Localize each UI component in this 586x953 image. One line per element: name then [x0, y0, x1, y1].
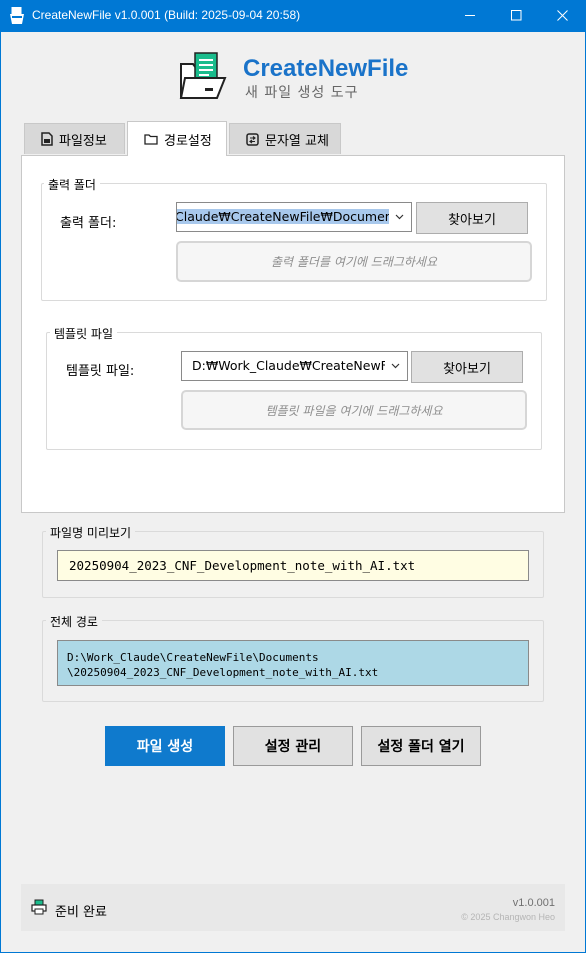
- maximize-button[interactable]: [494, 0, 540, 32]
- manage-settings-button[interactable]: 설정 관리: [233, 726, 353, 766]
- filename-preview-value: 20250904_2023_CNF_Development_note_with_…: [57, 550, 529, 581]
- title-bar[interactable]: CreateNewFile v1.0.001 (Build: 2025-09-0…: [0, 0, 586, 32]
- status-text: 준비 완료: [55, 905, 107, 920]
- chevron-down-icon: [395, 214, 404, 220]
- template-file-group-title: 템플릿 파일: [50, 325, 118, 342]
- full-path-title: 전체 경로: [46, 613, 102, 630]
- dropdown-button[interactable]: [389, 203, 411, 231]
- minimize-button[interactable]: [448, 0, 494, 32]
- template-file-combo[interactable]: D:₩Work_Claude₩CreateNewFile₩: [181, 351, 408, 381]
- file-icon: [41, 132, 53, 146]
- app-icon: [10, 7, 24, 24]
- tab-file-info[interactable]: 파일정보: [24, 123, 125, 154]
- full-path-value: D:\Work_Claude\CreateNewFile\Documents \2…: [57, 640, 529, 686]
- maximize-icon: [511, 10, 522, 21]
- chevron-down-icon: [391, 363, 400, 369]
- filename-preview-title: 파일명 미리보기: [46, 524, 136, 541]
- app-subtitle: 새 파일 생성 도구: [245, 85, 359, 101]
- minimize-icon: [465, 15, 475, 16]
- tab-label: 파일정보: [59, 133, 107, 149]
- printer-icon: [31, 899, 47, 915]
- output-folder-label: 출력 폴더:: [60, 216, 117, 231]
- logo-icon: [179, 52, 227, 99]
- replace-icon: [246, 132, 259, 146]
- dropdown-button[interactable]: [385, 352, 407, 380]
- app-name: CreateNewFile: [243, 55, 409, 82]
- version-label: v1.0.001: [512, 897, 555, 909]
- tab-label: 문자열 교체: [265, 133, 329, 149]
- main-window: CreateNewFile 새 파일 생성 도구 파일정보 경로설정 문자열 교…: [1, 32, 585, 952]
- create-file-button[interactable]: 파일 생성: [105, 726, 225, 766]
- full-path-line: \20250904_2023_CNF_Development_note_with…: [67, 666, 379, 679]
- close-button[interactable]: [540, 0, 586, 32]
- tab-label: 경로설정: [164, 133, 212, 149]
- template-file-value: D:₩Work_Claude₩CreateNewFile₩: [192, 358, 408, 373]
- tab-panel-path-settings: 출력 폴더 출력 폴더: Claude₩CreateNewFile₩Docume…: [21, 155, 565, 513]
- window-title: CreateNewFile v1.0.001 (Build: 2025-09-0…: [32, 8, 301, 22]
- full-path-line: D:\Work_Claude\CreateNewFile\Documents: [67, 651, 319, 664]
- open-settings-folder-button[interactable]: 설정 폴더 열기: [361, 726, 481, 766]
- output-folder-value: Claude₩CreateNewFile₩Documents: [176, 209, 405, 224]
- tab-string-replace[interactable]: 문자열 교체: [229, 123, 341, 154]
- output-folder-dropzone[interactable]: 출력 폴더를 여기에 드래그하세요: [176, 241, 532, 282]
- folder-icon: [144, 134, 158, 145]
- output-folder-combo[interactable]: Claude₩CreateNewFile₩Documents: [176, 202, 412, 232]
- copyright-label: © 2025 Changwon Heo: [461, 912, 555, 922]
- template-file-dropzone[interactable]: 템플릿 파일을 여기에 드래그하세요: [181, 390, 527, 430]
- status-bar: 준비 완료 v1.0.001 © 2025 Changwon Heo: [21, 884, 565, 931]
- tab-path-settings[interactable]: 경로설정: [127, 121, 227, 156]
- close-icon: [557, 10, 568, 21]
- output-folder-browse-button[interactable]: 찾아보기: [416, 202, 528, 234]
- output-folder-group-title: 출력 폴더: [44, 176, 100, 193]
- template-file-browse-button[interactable]: 찾아보기: [411, 351, 523, 383]
- template-file-label: 템플릿 파일:: [66, 364, 135, 379]
